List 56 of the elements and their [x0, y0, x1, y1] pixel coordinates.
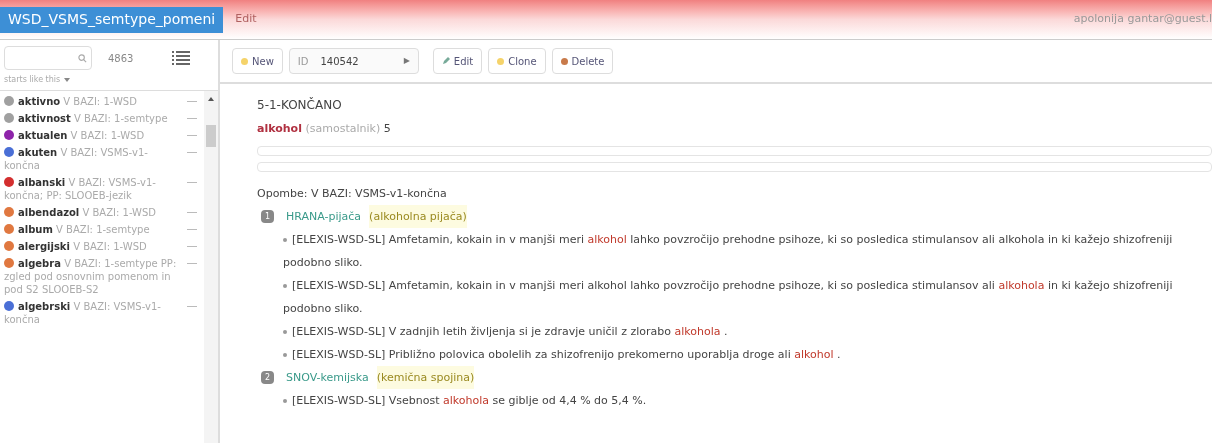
example-sentence: [ELEXIS-WSD-SL] Vsebnost alkohola se giblje od 4,4 % do 5,4 %. [257, 389, 1212, 412]
dash-icon[interactable] [187, 306, 197, 307]
bullet-icon [283, 399, 287, 403]
dash-icon[interactable] [187, 135, 197, 136]
example-sentence: [ELEXIS-WSD-SL] V zadnjih letih življenja si je zdravje uničil z zlorabo alkohola . [257, 320, 1212, 343]
result-count: 4863 [108, 51, 134, 66]
bullet-icon [283, 353, 287, 357]
empty-field[interactable] [257, 146, 1212, 156]
entry-list-item[interactable]: aktualen V BAZI: 1-WSD [4, 129, 204, 142]
dash-icon[interactable] [187, 118, 197, 119]
entry-list-item[interactable]: algebra V BAZI: 1-semtype PP: zgled pod osnovnim pomenom in pod S2 SLOOEB-S2 [4, 257, 204, 296]
sense-category: HRANA-pijača [286, 209, 362, 225]
pencil-icon [441, 57, 450, 65]
entry-list-item[interactable]: alergijski V BAZI: 1-WSD [4, 240, 204, 253]
bullet-icon [283, 238, 287, 242]
id-label: ID [297, 54, 309, 69]
dash-icon[interactable] [187, 263, 197, 264]
sense-gloss: (alkoholna pijača) [369, 205, 467, 228]
entry-list-item[interactable]: album V BAZI: 1-semtype [4, 223, 204, 236]
dash-icon[interactable] [187, 101, 197, 102]
search-icon [78, 53, 87, 63]
dash-icon[interactable] [187, 212, 197, 213]
id-field[interactable]: ID 140542 ▶ [288, 48, 419, 74]
dash-icon[interactable] [187, 246, 197, 247]
sense-number: 1 [261, 210, 274, 223]
entry-note: Opombe: V BAZI: VSMS-v1-končna [257, 186, 448, 202]
entry-headword: alkohol (samostalnik) 5 [257, 121, 392, 137]
new-button[interactable]: New [232, 48, 283, 74]
delete-button[interactable]: Delete [551, 48, 614, 74]
entry-list-item[interactable]: aktivno V BAZI: 1-WSD [4, 95, 204, 108]
empty-field[interactable] [257, 162, 1212, 172]
sense-category: SNOV-kemijska [286, 370, 369, 386]
example-sentence: [ELEXIS-WSD-SL] Amfetamin, kokain in v manjši meri alkohol lahko povzročijo prehodne psihoze, ki so posledica stimulansov ali alkohola in ki kažejo shizofreniji podobno sliko. [282, 278, 1174, 317]
id-value: 140542 [320, 54, 359, 69]
entry-list-item[interactable]: albanski V BAZI: VSMS-v1-končna; PP: SLOOEB-jezik [4, 176, 204, 202]
clone-button[interactable]: Clone [488, 48, 546, 74]
sense-number: 2 [261, 371, 274, 384]
entry-list-item[interactable]: akuten V BAZI: VSMS-v1-končna [4, 146, 204, 172]
example-sentence: [ELEXIS-WSD-SL] Približno polovica obolelih za shizofrenijo prekomerno uporablja droge ali alkohol . [257, 343, 1212, 366]
next-arrow[interactable]: ▶ [403, 55, 410, 67]
dash-icon[interactable] [187, 229, 197, 230]
bullet-icon [283, 330, 287, 334]
entry-list-item[interactable]: aktivnost V BAZI: 1-semtype [4, 112, 204, 125]
sense-gloss: (kemična spojina) [376, 366, 475, 389]
dash-icon[interactable] [187, 152, 197, 153]
entry-list-item[interactable]: algebrski V BAZI: VSMS-v1-končna [4, 300, 204, 326]
scrollbar[interactable] [204, 91, 218, 443]
dash-icon[interactable] [187, 182, 197, 183]
bullet-icon [283, 284, 287, 288]
entry-list-item[interactable]: albendazol V BAZI: 1-WSD [4, 206, 204, 219]
entry-status: 5-1-KONČANO [257, 96, 343, 114]
example-sentence: [ELEXIS-WSD-SL] Amfetamin, kokain in v manjši meri alkohol lahko povzročijo prehodne psihoze, ki so posledica stimulansov ali alkohola in ki kažejo shizofreniji podobno sliko. [282, 232, 1174, 271]
search-field[interactable] [4, 46, 92, 70]
edit-button[interactable]: Edit [432, 48, 483, 74]
list-icon[interactable] [172, 51, 190, 65]
caret-icon [64, 78, 71, 82]
